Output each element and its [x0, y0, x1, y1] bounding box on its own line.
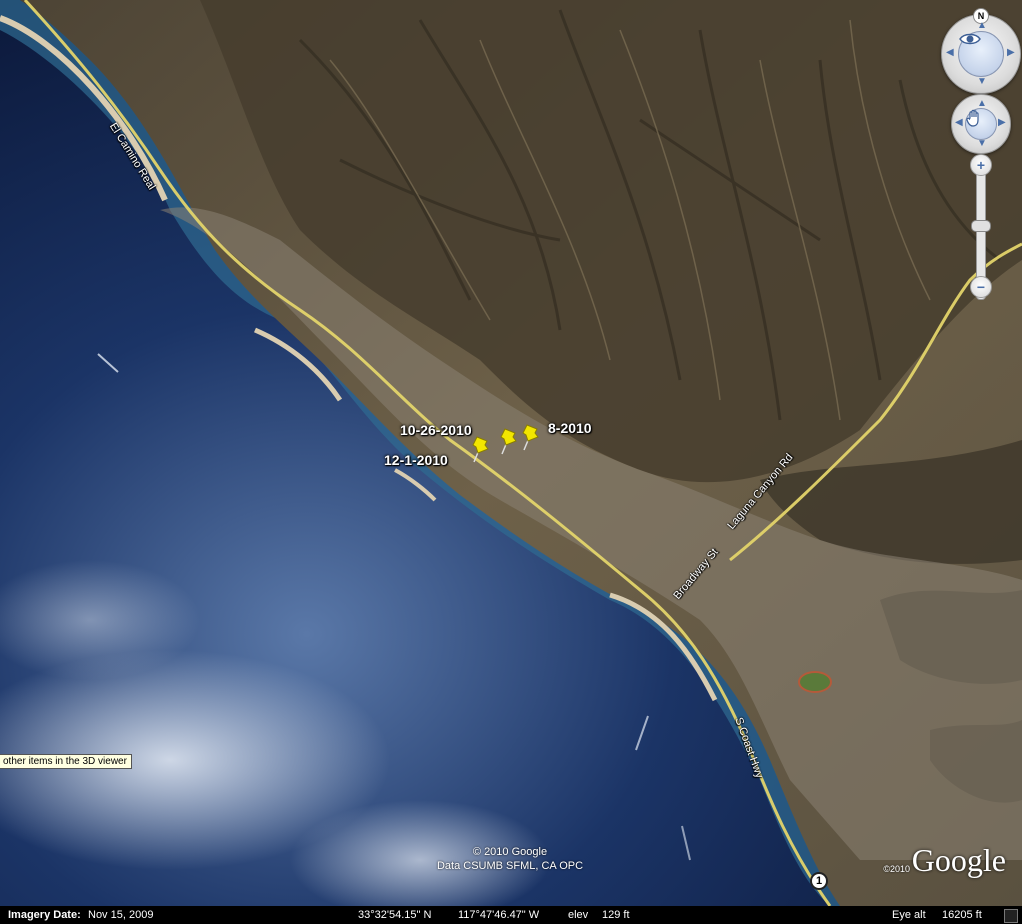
zoom-out-button[interactable]: −	[970, 276, 992, 298]
arrow-up-icon[interactable]: ▲	[977, 20, 987, 31]
eye-icon[interactable]	[958, 31, 1004, 77]
arrow-down-icon[interactable]: ▼	[977, 76, 987, 87]
arrow-right-icon[interactable]: ▶	[998, 117, 1006, 128]
google-logo: Google	[911, 842, 1006, 878]
zoom-in-button[interactable]: +	[970, 154, 992, 176]
streaming-indicator-icon	[1004, 909, 1018, 923]
logo-year: ©2010	[883, 864, 910, 874]
pushpin-icon[interactable]	[518, 422, 542, 452]
arrow-left-icon[interactable]: ◀	[955, 117, 963, 128]
hand-icon[interactable]	[965, 108, 997, 140]
map-view[interactable]: El Camino Real Laguna Canyon Rd Broadway…	[0, 0, 1022, 906]
eye-altitude-value: 16205 ft	[942, 909, 982, 921]
elevation-value: 129 ft	[602, 909, 630, 921]
imagery-date-caption: Imagery Date:	[8, 909, 81, 921]
arrow-left-icon[interactable]: ◀	[946, 47, 954, 58]
longitude-readout: 117°47'46.47" W	[458, 909, 540, 921]
pushpin-icon[interactable]	[468, 434, 492, 464]
copyright-line: © 2010 Google	[472, 846, 548, 858]
placemark-label[interactable]: 12-1-2010	[384, 452, 448, 468]
placemark-label[interactable]: 8-2010	[548, 420, 592, 436]
elevation-label: elev	[568, 909, 589, 921]
eye-altitude-label: Eye alt	[892, 909, 926, 921]
data-credit-line: Data CSUMB SFML, CA OPC	[436, 860, 584, 872]
imagery-copyright: © 2010 Google Data CSUMB SFML, CA OPC	[430, 845, 590, 873]
zoom-slider-handle[interactable]	[971, 220, 991, 232]
arrow-right-icon[interactable]: ▶	[1007, 47, 1015, 58]
route-shield-icon: 1	[810, 872, 828, 890]
pushpin-icon[interactable]	[496, 426, 520, 456]
imagery-date-label: Imagery Date:	[8, 906, 81, 924]
latitude-readout: 33°32'54.15" N	[358, 909, 432, 921]
move-control[interactable]: ▲ ▼ ◀ ▶	[951, 94, 1011, 154]
placemark-label[interactable]: 10-26-2010	[400, 422, 472, 438]
status-bar: Imagery Date: Nov 15, 2009 33°32'54.15" …	[0, 906, 1022, 924]
imagery-date-value: Nov 15, 2009	[88, 909, 154, 921]
tooltip: other items in the 3D viewer	[0, 754, 132, 769]
look-control[interactable]: N ▲ ▼ ◀ ▶	[941, 8, 1021, 94]
